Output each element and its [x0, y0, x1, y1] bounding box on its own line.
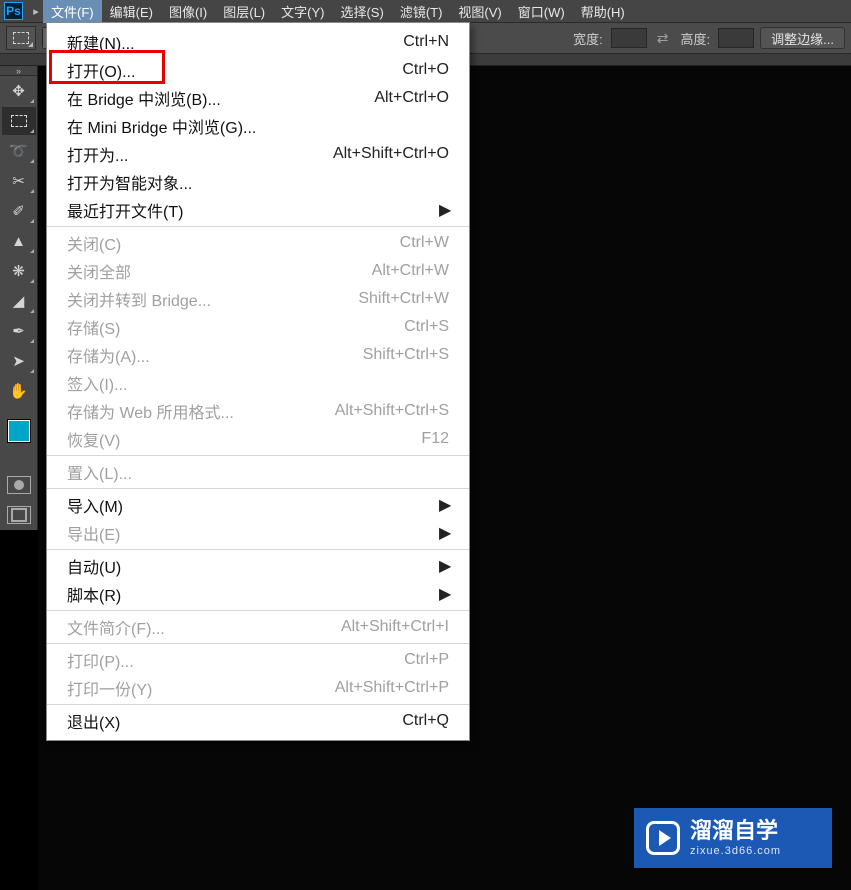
eraser-tool[interactable]: ◢	[2, 287, 36, 315]
submenu-arrow-icon: ▶	[439, 495, 449, 515]
menu-help[interactable]: 帮助(H)	[573, 0, 633, 23]
height-label: 高度:	[679, 29, 713, 48]
tool-preview[interactable]	[6, 26, 36, 50]
menu-recent[interactable]: 最近打开文件(T)▶	[47, 196, 469, 224]
screenmode-toggle[interactable]	[7, 506, 31, 524]
submenu-arrow-icon: ▶	[439, 200, 449, 220]
menu-close[interactable]: 关闭(C)Ctrl+W	[47, 229, 469, 257]
menu-close-all[interactable]: 关闭全部Alt+Ctrl+W	[47, 257, 469, 285]
stamp-tool[interactable]: ❋	[2, 257, 36, 285]
menu-close-bridge[interactable]: 关闭并转到 Bridge...Shift+Ctrl+W	[47, 285, 469, 313]
path-select-tool[interactable]: ➤	[2, 347, 36, 375]
watermark-badge: 溜溜自学 zixue.3d66.com	[634, 808, 832, 868]
move-tool[interactable]: ✥	[2, 77, 36, 105]
pen-tool[interactable]: ✒	[2, 317, 36, 345]
menu-automate[interactable]: 自动(U)▶	[47, 552, 469, 580]
menu-view[interactable]: 视图(V)	[450, 0, 509, 23]
menu-browse-mini[interactable]: 在 Mini Bridge 中浏览(G)...	[47, 112, 469, 140]
watermark-subtitle: zixue.3d66.com	[690, 845, 781, 858]
menu-browse-bridge[interactable]: 在 Bridge 中浏览(B)...Alt+Ctrl+O	[47, 84, 469, 112]
menu-select[interactable]: 选择(S)	[332, 0, 391, 23]
play-icon	[646, 821, 680, 855]
menu-exit[interactable]: 退出(X)Ctrl+Q	[47, 707, 469, 735]
menu-fileinfo[interactable]: 文件简介(F)...Alt+Shift+Ctrl+I	[47, 613, 469, 641]
menu-print-one[interactable]: 打印一份(Y)Alt+Shift+Ctrl+P	[47, 674, 469, 702]
brush-tool[interactable]: ▲	[2, 227, 36, 255]
menu-open[interactable]: 打开(O)...Ctrl+O	[47, 56, 469, 84]
height-input[interactable]	[718, 28, 754, 48]
menu-open-smart[interactable]: 打开为智能对象...	[47, 168, 469, 196]
menubar: Ps ▸ 文件(F) 编辑(E) 图像(I) 图层(L) 文字(Y) 选择(S)…	[0, 0, 851, 22]
app-logo: Ps	[4, 2, 23, 20]
submenu-arrow-icon: ▶	[439, 556, 449, 576]
menu-import[interactable]: 导入(M)▶	[47, 491, 469, 519]
file-menu-dropdown: 新建(N)...Ctrl+N 打开(O)...Ctrl+O 在 Bridge 中…	[46, 22, 470, 741]
crop-tool[interactable]: ✂	[2, 167, 36, 195]
background-swatch[interactable]	[17, 431, 39, 453]
menu-revert[interactable]: 恢复(V)F12	[47, 425, 469, 453]
width-input[interactable]	[611, 28, 647, 48]
menu-new[interactable]: 新建(N)...Ctrl+N	[47, 28, 469, 56]
menu-save-as[interactable]: 存储为(A)...Shift+Ctrl+S	[47, 341, 469, 369]
menu-filter[interactable]: 滤镜(T)	[392, 0, 451, 23]
toolbox-collapse[interactable]: »	[0, 66, 37, 76]
width-label: 宽度:	[571, 29, 605, 48]
menubar-handle[interactable]: ▸	[29, 0, 43, 22]
lasso-tool[interactable]: ➰	[2, 137, 36, 165]
foreground-swatch[interactable]	[8, 420, 30, 442]
submenu-arrow-icon: ▶	[439, 523, 449, 543]
hand-tool[interactable]: ✋	[2, 377, 36, 405]
toolbox: » ✥ ➰ ✂ ✐ ▲ ❋ ◢ ✒ ➤ ✋	[0, 66, 38, 530]
menu-save[interactable]: 存储(S)Ctrl+S	[47, 313, 469, 341]
menu-place[interactable]: 置入(L)...	[47, 458, 469, 486]
marquee-tool[interactable]	[2, 107, 36, 135]
menu-image[interactable]: 图像(I)	[161, 0, 215, 23]
menu-scripts[interactable]: 脚本(R)▶	[47, 580, 469, 608]
menu-window[interactable]: 窗口(W)	[510, 0, 573, 23]
menu-open-as[interactable]: 打开为...Alt+Shift+Ctrl+O	[47, 140, 469, 168]
menu-export[interactable]: 导出(E)▶	[47, 519, 469, 547]
submenu-arrow-icon: ▶	[439, 584, 449, 604]
menu-checkin[interactable]: 签入(I)...	[47, 369, 469, 397]
swap-wh-icon[interactable]: ⇄	[653, 30, 673, 47]
menu-print[interactable]: 打印(P)...Ctrl+P	[47, 646, 469, 674]
menu-type[interactable]: 文字(Y)	[273, 0, 332, 23]
watermark-title: 溜溜自学	[690, 818, 781, 844]
eyedropper-tool[interactable]: ✐	[2, 197, 36, 225]
menu-save-web[interactable]: 存储为 Web 所用格式...Alt+Shift+Ctrl+S	[47, 397, 469, 425]
refine-edge-button[interactable]: 调整边缘...	[760, 27, 845, 49]
menu-layer[interactable]: 图层(L)	[215, 0, 273, 23]
menu-edit[interactable]: 编辑(E)	[102, 0, 161, 23]
quickmask-toggle[interactable]	[7, 476, 31, 494]
menu-file[interactable]: 文件(F)	[43, 0, 102, 23]
